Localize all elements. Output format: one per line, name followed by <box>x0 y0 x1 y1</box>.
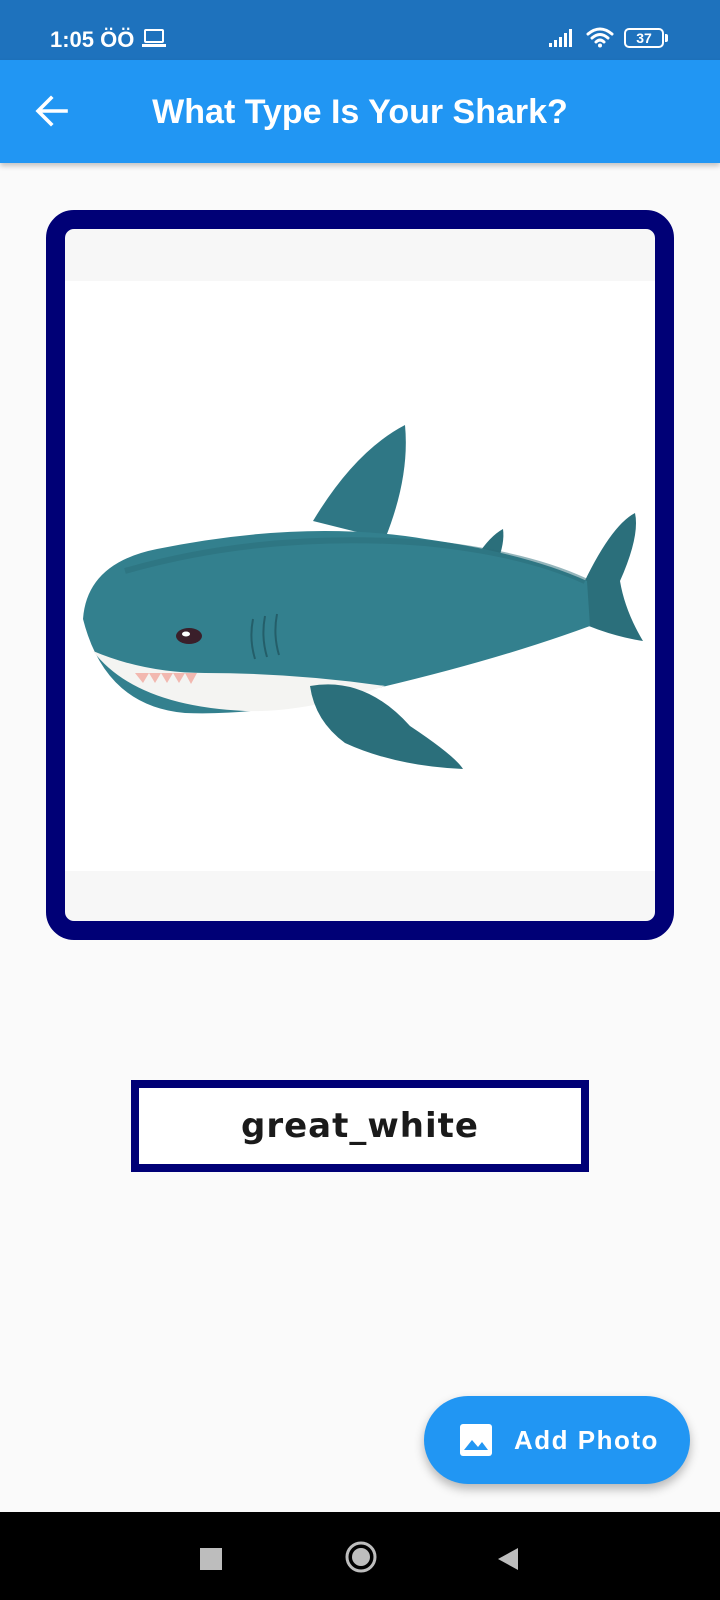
app-bar: What Type Is Your Shark? <box>0 60 720 163</box>
laptop-icon <box>142 29 166 47</box>
home-icon[interactable] <box>344 1540 378 1574</box>
image-frame <box>46 210 674 940</box>
battery-level: 37 <box>636 30 652 46</box>
status-time: 1:05 ÖÖ <box>50 27 135 52</box>
wifi-icon <box>586 27 614 48</box>
system-nav-bar <box>0 1512 720 1600</box>
signal-icon <box>549 29 572 47</box>
add-photo-button[interactable]: Add Photo <box>424 1396 690 1484</box>
page-title: What Type Is Your Shark? <box>152 93 568 131</box>
shark-photo <box>65 281 655 871</box>
prediction-box: great_white <box>131 1080 589 1172</box>
prediction-label: great_white <box>241 1106 479 1146</box>
battery-tip <box>665 34 668 42</box>
recents-icon[interactable] <box>200 1548 222 1570</box>
status-bar: 1:05 ÖÖ 37 <box>0 0 720 60</box>
add-photo-label: Add Photo <box>514 1425 659 1455</box>
image-icon <box>460 1424 492 1456</box>
back-triangle-icon[interactable] <box>496 1546 520 1572</box>
